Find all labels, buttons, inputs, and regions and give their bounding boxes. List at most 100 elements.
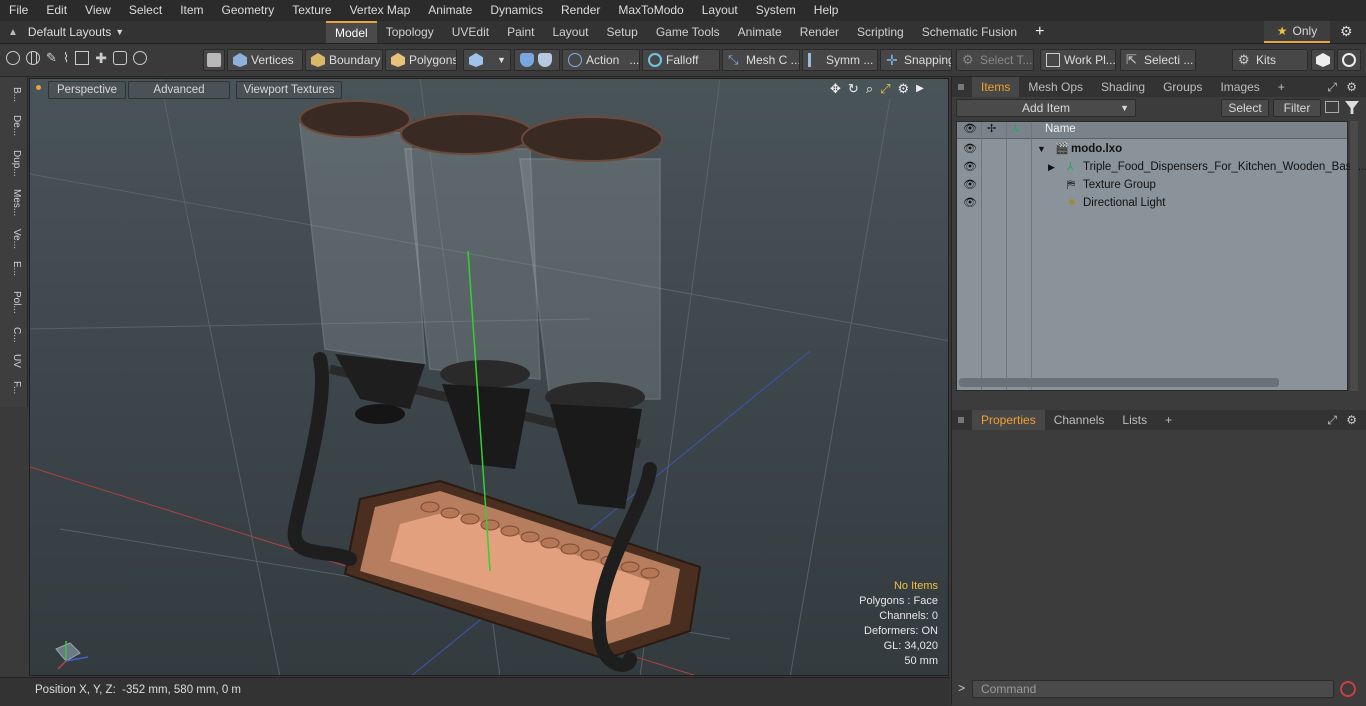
- list-item[interactable]: 👁 ⛿ Texture Group: [957, 176, 1347, 194]
- viewport-gear-icon[interactable]: ⚙: [898, 81, 910, 97]
- vtab-polygon[interactable]: Pol...: [4, 285, 22, 319]
- viewport-menu-arrow-icon[interactable]: ▶: [916, 81, 924, 97]
- menu-animate[interactable]: Animate: [419, 0, 481, 21]
- mesh-constraint-button[interactable]: ⤡ Mesh C ...: [722, 49, 800, 71]
- filter-button[interactable]: Filter: [1273, 99, 1321, 117]
- add-item-button[interactable]: Add Item ▼: [956, 99, 1136, 117]
- eye-icon[interactable]: 👁: [963, 158, 977, 176]
- selection-sets-button[interactable]: ⇱ Selecti ...: [1120, 49, 1196, 71]
- vtab-edge[interactable]: E...: [4, 257, 22, 281]
- vertical-scrollbar[interactable]: [1350, 121, 1358, 391]
- only-toggle[interactable]: ★ Only: [1264, 21, 1330, 43]
- menu-texture[interactable]: Texture: [283, 0, 340, 21]
- vtab-uv[interactable]: UV: [4, 351, 22, 371]
- falloff-button[interactable]: Falloff: [642, 49, 720, 71]
- element-icon[interactable]: [113, 51, 127, 65]
- tab-render[interactable]: Render: [791, 21, 848, 43]
- transform-icon[interactable]: [75, 51, 90, 65]
- menu-help[interactable]: Help: [805, 0, 848, 21]
- select-through-button[interactable]: ⚙ Select T...: [956, 49, 1034, 71]
- materials-button[interactable]: ▼: [463, 49, 511, 71]
- vtab-mesh-edit[interactable]: Mes...: [4, 185, 22, 221]
- boundary-button[interactable]: Boundary: [305, 49, 383, 71]
- tab-mesh-ops[interactable]: Mesh Ops: [1019, 77, 1092, 97]
- collapse-icon[interactable]: [1325, 101, 1339, 113]
- menu-file[interactable]: File: [0, 0, 37, 21]
- tab-lists[interactable]: Lists: [1113, 410, 1156, 430]
- eye-icon[interactable]: 👁: [963, 194, 977, 212]
- command-input[interactable]: Command: [972, 680, 1334, 698]
- polygons-button[interactable]: Polygons: [385, 49, 457, 71]
- move-icon[interactable]: ✚: [95, 51, 107, 65]
- menu-maxtomodo[interactable]: MaxToModo: [609, 0, 692, 21]
- tab-channels[interactable]: Channels: [1045, 410, 1114, 430]
- menu-render[interactable]: Render: [552, 0, 609, 21]
- item-mode-button[interactable]: [203, 49, 225, 71]
- tab-groups[interactable]: Groups: [1154, 77, 1211, 97]
- panel-gear-icon[interactable]: ⚙: [1346, 413, 1357, 427]
- tab-setup[interactable]: Setup: [597, 21, 646, 43]
- menu-system[interactable]: System: [747, 0, 805, 21]
- tab-schematic-fusion[interactable]: Schematic Fusion: [913, 21, 1026, 43]
- symmetry-button[interactable]: Symm ...: [802, 49, 878, 71]
- orbit-icon[interactable]: ↻: [848, 81, 859, 97]
- tab-uvedit[interactable]: UVEdit: [443, 21, 498, 43]
- action-center-button[interactable]: Action...: [562, 49, 640, 71]
- rotate-icon[interactable]: [133, 51, 147, 65]
- kits-button[interactable]: ⚙ Kits: [1232, 49, 1308, 71]
- snapping-button[interactable]: ✛ Snapping: [880, 49, 952, 71]
- work-plane-button[interactable]: Work Pl...: [1040, 49, 1116, 71]
- menu-edit[interactable]: Edit: [37, 0, 76, 21]
- brush-icon[interactable]: ⌇: [63, 51, 69, 65]
- pen-icon[interactable]: ✎: [46, 51, 57, 65]
- list-item[interactable]: 👁 ☀ Directional Light: [957, 194, 1347, 212]
- zoom-icon[interactable]: ⌕: [866, 81, 873, 97]
- list-item[interactable]: 👁 ▼ 🎬 modo.lxo: [957, 140, 1347, 158]
- tab-layout[interactable]: Layout: [543, 21, 597, 43]
- menu-layout[interactable]: Layout: [693, 0, 747, 21]
- eye-icon[interactable]: 👁: [963, 176, 977, 194]
- tab-images[interactable]: Images: [1211, 77, 1268, 97]
- unreal-button[interactable]: [1337, 49, 1361, 71]
- gear-icon[interactable]: ⚙: [1340, 23, 1353, 40]
- vtab-fusion[interactable]: F...: [4, 375, 22, 401]
- name-column-header[interactable]: Name: [1045, 123, 1076, 135]
- menu-select[interactable]: Select: [120, 0, 171, 21]
- tab-game-tools[interactable]: Game Tools: [647, 21, 729, 43]
- vtab-vertex[interactable]: Ve...: [4, 225, 22, 253]
- vertices-button[interactable]: Vertices: [227, 49, 303, 71]
- panel-gear-icon[interactable]: ⚙: [1346, 80, 1357, 94]
- unity-button[interactable]: [1311, 49, 1335, 71]
- select-button[interactable]: Select: [1221, 99, 1269, 117]
- add-panel-tab-icon[interactable]: +: [1156, 410, 1181, 430]
- 3d-viewport[interactable]: Perspective Advanced Viewport Textures ✥…: [29, 78, 949, 676]
- layout-picker[interactable]: ▲ Default Layouts ▼: [8, 21, 124, 43]
- vtab-basic[interactable]: B...: [4, 83, 22, 107]
- vtab-curve[interactable]: C...: [4, 323, 22, 347]
- menu-item[interactable]: Item: [171, 0, 212, 21]
- list-item[interactable]: 👁 ▶ ⅄ Triple_Food_Dispensers_For_Kitchen…: [957, 158, 1366, 176]
- menu-geometry[interactable]: Geometry: [213, 0, 284, 21]
- menu-dynamics[interactable]: Dynamics: [481, 0, 552, 21]
- expand-icon[interactable]: ⤢: [1327, 413, 1337, 428]
- tab-properties[interactable]: Properties: [972, 410, 1045, 430]
- vtab-deform[interactable]: De...: [4, 111, 22, 141]
- advanced-button[interactable]: Advanced: [128, 81, 230, 99]
- expand-arrow-icon[interactable]: ▶: [1048, 158, 1055, 176]
- perspective-button[interactable]: Perspective: [48, 81, 126, 99]
- menu-view[interactable]: View: [76, 0, 120, 21]
- tab-topology[interactable]: Topology: [377, 21, 443, 43]
- expand-icon[interactable]: ⤢: [1327, 80, 1337, 95]
- add-panel-tab-icon[interactable]: +: [1269, 77, 1294, 97]
- tab-items[interactable]: Items: [972, 77, 1020, 97]
- eye-icon[interactable]: 👁: [963, 140, 977, 158]
- add-tab-icon[interactable]: +: [1026, 21, 1053, 43]
- horizontal-scrollbar[interactable]: [959, 378, 1279, 387]
- tab-shading[interactable]: Shading: [1092, 77, 1154, 97]
- menu-vertex-map[interactable]: Vertex Map: [341, 0, 420, 21]
- viewport-textures-button[interactable]: Viewport Textures: [236, 81, 342, 99]
- maximize-icon[interactable]: ⤢: [880, 81, 890, 97]
- funnel-icon[interactable]: [1345, 101, 1359, 114]
- tab-paint[interactable]: Paint: [498, 21, 543, 43]
- vtab-duplicate[interactable]: Dup...: [4, 145, 22, 181]
